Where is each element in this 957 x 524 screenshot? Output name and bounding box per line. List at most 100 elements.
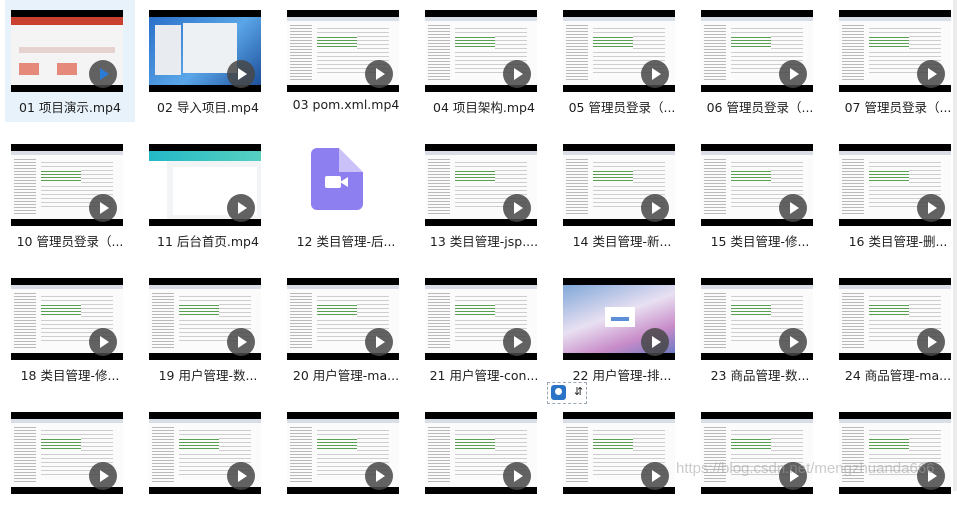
scrollbar[interactable]	[953, 0, 957, 491]
video-thumbnail	[563, 278, 675, 360]
play-icon	[227, 194, 255, 222]
file-name: 11 后台首页.mp4	[157, 234, 259, 249]
video-thumbnail	[563, 10, 675, 92]
play-icon	[365, 328, 393, 356]
file-name: 21 用户管理-con...	[429, 368, 539, 383]
video-thumbnail	[701, 144, 813, 226]
video-thumbnail	[563, 144, 675, 226]
camera-icon	[325, 176, 348, 188]
file-item[interactable]: 24 商品管理-ma...	[833, 268, 957, 390]
file-item[interactable]	[5, 402, 135, 524]
video-thumbnail	[11, 144, 123, 226]
play-icon	[503, 60, 531, 88]
file-item[interactable]: 15 类目管理-修...	[695, 134, 825, 256]
floating-toolbar[interactable]: ⇵	[547, 382, 587, 404]
play-icon	[365, 60, 393, 88]
file-item[interactable]: 03 pom.xml.mp4	[281, 0, 411, 122]
video-thumbnail	[425, 412, 537, 494]
file-name: 13 类目管理-jsp....	[429, 234, 539, 249]
file-item[interactable]: 21 用户管理-con...	[419, 268, 549, 390]
file-item[interactable]	[143, 402, 273, 524]
video-thumbnail	[839, 10, 951, 92]
file-name: 02 导入项目.mp4	[157, 100, 259, 115]
file-item[interactable]: 11 后台首页.mp4	[143, 134, 273, 256]
play-icon	[779, 328, 807, 356]
play-icon	[779, 60, 807, 88]
video-thumbnail	[287, 10, 399, 92]
play-icon	[917, 462, 945, 490]
file-name: 06 管理员登录（...	[706, 100, 814, 115]
video-thumbnail	[701, 412, 813, 494]
play-icon	[365, 462, 393, 490]
file-grid: 01 项目演示.mp4 02 导入项目.mp4 03 pom.xml.mp4 04 项…	[0, 0, 957, 494]
file-item[interactable]: 10 管理员登录（...	[5, 134, 135, 256]
file-name: 07 管理员登录（...	[844, 100, 952, 115]
file-item[interactable]	[419, 402, 549, 524]
video-thumbnail	[839, 412, 951, 494]
file-item[interactable]: 01 项目演示.mp4	[5, 0, 135, 122]
file-name: 16 类目管理-删...	[848, 234, 948, 249]
play-icon	[89, 462, 117, 490]
play-icon	[917, 60, 945, 88]
file-item[interactable]: 06 管理员登录（...	[695, 0, 825, 122]
play-icon	[89, 194, 117, 222]
file-name: 01 项目演示.mp4	[19, 100, 121, 115]
file-item[interactable]: 12 类目管理-后...	[281, 134, 411, 256]
file-item[interactable]	[695, 402, 825, 524]
file-item[interactable]	[281, 402, 411, 524]
video-thumbnail	[839, 278, 951, 360]
file-item[interactable]: 13 类目管理-jsp....	[419, 134, 549, 256]
qq-icon[interactable]	[551, 385, 566, 400]
video-thumbnail	[839, 144, 951, 226]
file-item[interactable]: 04 项目架构.mp4	[419, 0, 549, 122]
play-icon	[503, 328, 531, 356]
video-thumbnail	[287, 278, 399, 360]
play-icon	[917, 194, 945, 222]
play-icon	[779, 462, 807, 490]
file-name: 04 项目架构.mp4	[433, 100, 535, 115]
video-thumbnail	[149, 10, 261, 92]
file-item[interactable]: 07 管理员登录（...	[833, 0, 957, 122]
video-file-icon	[311, 148, 363, 210]
file-item[interactable]: 20 用户管理-ma...	[281, 268, 411, 390]
file-name: 23 商品管理-数...	[710, 368, 810, 383]
video-thumbnail	[11, 412, 123, 494]
video-thumbnail	[11, 10, 123, 92]
play-icon	[641, 462, 669, 490]
play-icon	[503, 194, 531, 222]
video-thumbnail	[11, 278, 123, 360]
file-item[interactable]: 05 管理员登录（...	[557, 0, 687, 122]
file-item[interactable]: 14 类目管理-新...	[557, 134, 687, 256]
video-thumbnail	[701, 10, 813, 92]
file-name: 15 类目管理-修...	[710, 234, 810, 249]
file-item[interactable]	[833, 402, 957, 524]
file-item[interactable]: 23 商品管理-数...	[695, 268, 825, 390]
file-name: 05 管理员登录（...	[568, 100, 676, 115]
video-thumbnail	[149, 144, 261, 226]
file-item[interactable]: 19 用户管理-数...	[143, 268, 273, 390]
video-thumbnail	[425, 10, 537, 92]
file-item[interactable]: 02 导入项目.mp4	[143, 0, 273, 122]
file-item[interactable]: 22 用户管理-排...	[557, 268, 687, 390]
play-icon	[227, 328, 255, 356]
video-thumbnail	[701, 278, 813, 360]
video-thumbnail	[149, 278, 261, 360]
play-icon	[779, 194, 807, 222]
file-name: 14 类目管理-新...	[572, 234, 672, 249]
video-thumbnail	[563, 412, 675, 494]
play-icon	[227, 462, 255, 490]
file-item[interactable]: 16 类目管理-删...	[833, 134, 957, 256]
file-name: 18 类目管理-修...	[20, 368, 120, 383]
play-icon	[641, 328, 669, 356]
sort-icon[interactable]: ⇵	[574, 385, 583, 398]
play-icon	[917, 328, 945, 356]
file-item[interactable]: 18 类目管理-修...	[5, 268, 135, 390]
file-name: 03 pom.xml.mp4	[292, 97, 400, 112]
play-icon	[89, 60, 117, 88]
file-name: 19 用户管理-数...	[158, 368, 258, 383]
play-icon	[641, 194, 669, 222]
play-icon	[227, 60, 255, 88]
file-item[interactable]	[557, 402, 687, 524]
video-thumbnail	[425, 278, 537, 360]
file-name: 12 类目管理-后...	[296, 234, 396, 249]
